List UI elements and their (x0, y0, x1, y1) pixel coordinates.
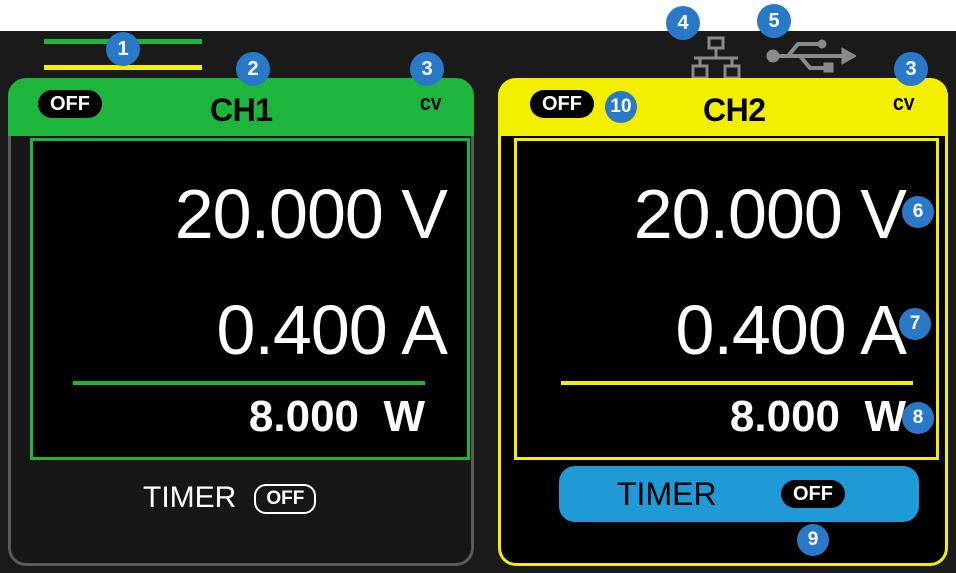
channel-1-voltage: 20.000 V (174, 175, 448, 253)
channel-2-mode-indicator: CV (893, 96, 915, 116)
callout-marker-4: 4 (666, 6, 700, 40)
channel-1-header: OFF CH1 CV (8, 78, 474, 136)
channel-1-timer-state-badge[interactable]: OFF (254, 484, 317, 515)
channel-1-readout: 20.000 V 0.400 A 8.000 W (30, 138, 470, 460)
channel-2-voltage: 20.000 V (633, 175, 907, 253)
callout-marker-2: 2 (236, 52, 270, 86)
channel-1-power: 8.000 W (248, 392, 425, 441)
channel-1-output-status-badge[interactable]: OFF (38, 90, 102, 118)
callout-marker-3b: 3 (894, 52, 928, 86)
channel-2-power: 8.000 W (729, 392, 906, 441)
callout-marker-3: 3 (410, 52, 444, 86)
channel-2-readout: 20.000 V 0.400 A 8.000 W (514, 138, 939, 460)
channel-2-output-status-badge[interactable]: OFF (530, 90, 594, 118)
callout-marker-9: 9 (797, 524, 829, 556)
channel-2-timer[interactable]: TIMER OFF (559, 466, 919, 522)
channel-2-title: CH2 (703, 92, 766, 128)
channel-2-timer-label: TIMER (617, 476, 717, 512)
usb-icon (766, 36, 858, 74)
channel-1-mode-indicator: CV (420, 96, 442, 116)
channel-2-header: OFF CH2 CV (498, 78, 948, 136)
channel-1-panel[interactable]: OFF CH1 CV 20.000 V 0.400 A 8.000 W TIME… (8, 78, 474, 566)
channel-1-timer-label: TIMER (143, 481, 237, 514)
callout-marker-1: 1 (106, 32, 140, 66)
channel-1-timer[interactable]: TIMER OFF (143, 480, 317, 516)
callout-marker-10: 10 (605, 91, 637, 123)
channel-2-timer-state-badge[interactable]: OFF (781, 480, 845, 508)
callout-marker-6: 6 (902, 196, 934, 228)
lan-icon (690, 36, 742, 82)
channel-1-title: CH1 (210, 92, 273, 128)
channel-2-panel[interactable]: OFF CH2 CV 20.000 V 0.400 A 8.000 W TIME… (498, 78, 948, 566)
callout-marker-5: 5 (757, 4, 791, 38)
channel-1-separator (73, 381, 425, 385)
channel-2-current: 0.400 A (675, 291, 907, 369)
channel-1-current: 0.400 A (216, 291, 448, 369)
callout-marker-7: 7 (899, 308, 931, 340)
callout-marker-8: 8 (902, 402, 934, 434)
channel-2-separator (561, 381, 913, 385)
